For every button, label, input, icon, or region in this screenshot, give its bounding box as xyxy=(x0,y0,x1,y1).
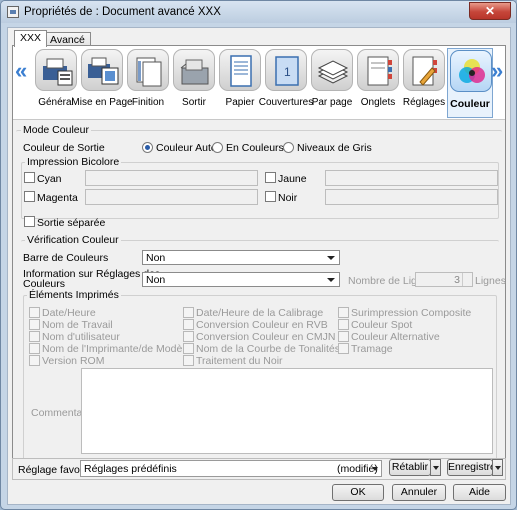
finishing-icon xyxy=(127,49,169,91)
dialog-client: XXX Avancé « Général Mise en Page Finiti… xyxy=(7,27,511,505)
printer-model-checkbox[interactable] xyxy=(29,343,40,354)
paper-icon xyxy=(219,49,261,91)
black-processing-checkbox[interactable] xyxy=(183,355,194,366)
jaune-label: Jaune xyxy=(278,173,307,185)
output-color-label: Couleur de Sortie xyxy=(23,142,105,154)
cyan-field xyxy=(85,170,258,186)
printed-items-heading: Éléments Imprimés xyxy=(27,289,121,301)
spot-color-label: Couleur Spot xyxy=(351,319,413,331)
cmyk-conversion-label: Conversion Couleur en CMJN xyxy=(196,331,336,343)
rom-version-label: Version ROM xyxy=(42,355,105,367)
svg-text:1: 1 xyxy=(284,65,291,79)
paper-stack-icon xyxy=(311,49,353,91)
spinner-arrows-icon[interactable] xyxy=(462,273,472,286)
magenta-checkbox[interactable] xyxy=(24,191,35,202)
radio-en-couleurs[interactable] xyxy=(212,142,223,153)
lines-count-value: 3 xyxy=(454,274,460,286)
tone-curve-label: Nom de la Courbe de Tonalités xyxy=(196,343,340,355)
printer-settings-icon xyxy=(35,49,77,91)
close-button[interactable]: ✕ xyxy=(469,2,511,20)
cmyk-conversion-checkbox[interactable] xyxy=(183,331,194,342)
radio-couleur-auto-label: Couleur Auto xyxy=(156,142,217,154)
tab-sheets-icon xyxy=(357,49,399,91)
job-name-checkbox[interactable] xyxy=(29,319,40,330)
user-name-label: Nom d'utilisateur xyxy=(42,331,120,343)
info-settings-select[interactable]: Non xyxy=(142,272,340,287)
prev-arrow-icon[interactable]: « xyxy=(15,58,27,84)
composite-overprint-checkbox[interactable] xyxy=(338,307,349,318)
date-time-label: Date/Heure xyxy=(42,307,96,319)
cyan-label: Cyan xyxy=(37,173,62,185)
magenta-field xyxy=(85,189,258,205)
chevron-down-icon xyxy=(372,467,378,471)
favorites-select[interactable]: Réglages prédéfinis (modifié) xyxy=(80,460,382,477)
date-time-checkbox[interactable] xyxy=(29,307,40,318)
settings-sheet-icon xyxy=(403,49,445,91)
radio-couleur-auto[interactable] xyxy=(142,142,153,153)
rgb-conversion-label: Conversion Couleur en RVB xyxy=(196,319,328,331)
title-bar: Propriétés de : Document avancé XXX ✕ xyxy=(1,1,516,23)
tab-panel: « Général Mise en Page Finition Sortir P… xyxy=(12,45,506,471)
screening-checkbox[interactable] xyxy=(338,343,349,354)
tool-label: Couleur xyxy=(450,98,490,110)
verification-heading: Vérification Couleur xyxy=(25,234,121,246)
color-circles-icon xyxy=(450,50,492,92)
feature-toolbar: « Général Mise en Page Finition Sortir P… xyxy=(13,46,505,120)
spot-color-checkbox[interactable] xyxy=(338,319,349,330)
cyan-checkbox[interactable] xyxy=(24,172,35,183)
properties-window: Propriétés de : Document avancé XXX ✕ XX… xyxy=(0,0,517,510)
favorites-value: Réglages prédéfinis xyxy=(84,463,177,475)
window-title: Propriétés de : Document avancé XXX xyxy=(24,6,221,18)
bottom-bar: Réglage favori Réglages prédéfinis (modi… xyxy=(8,454,510,504)
next-arrow-icon[interactable]: » xyxy=(491,58,503,84)
output-tray-icon xyxy=(173,49,215,91)
ok-button[interactable]: OK xyxy=(332,484,384,501)
separate-output-label: Sortie séparée xyxy=(37,217,106,229)
save-button[interactable]: Enregistrer xyxy=(447,459,503,476)
bicolor-heading: Impression Bicolore xyxy=(25,156,122,168)
color-bar-select[interactable]: Non xyxy=(142,250,340,265)
user-name-checkbox[interactable] xyxy=(29,331,40,342)
radio-niveaux-de-gris[interactable] xyxy=(283,142,294,153)
magenta-label: Magenta xyxy=(37,192,78,204)
radio-niveaux-de-gris-label: Niveaux de Gris xyxy=(297,142,372,154)
separate-output-checkbox[interactable] xyxy=(24,216,35,227)
layout-icon xyxy=(81,49,123,91)
restore-dropdown-icon[interactable] xyxy=(430,459,441,476)
calibration-date-label: Date/Heure de la Calibrage xyxy=(196,307,324,319)
rgb-conversion-checkbox[interactable] xyxy=(183,319,194,330)
jaune-checkbox[interactable] xyxy=(265,172,276,183)
tab-xxx[interactable]: XXX xyxy=(14,30,48,47)
jaune-field xyxy=(325,170,498,186)
printer-model-label: Nom de l'Imprimante/de Modèle xyxy=(42,343,191,355)
color-bar-label: Barre de Couleurs xyxy=(23,252,109,264)
restore-button[interactable]: Rétablir xyxy=(389,459,441,476)
radio-en-couleurs-label: En Couleurs xyxy=(226,142,284,154)
screening-label: Tramage xyxy=(351,343,393,355)
save-dropdown-icon[interactable] xyxy=(492,459,503,476)
cancel-button[interactable]: Annuler xyxy=(392,484,446,501)
lines-unit-label: Lignes xyxy=(475,275,506,287)
alternative-color-label: Couleur Alternative xyxy=(351,331,440,343)
comment-textarea[interactable] xyxy=(81,368,493,454)
alternative-color-checkbox[interactable] xyxy=(338,331,349,342)
black-processing-label: Traitement du Noir xyxy=(196,355,283,367)
noir-checkbox[interactable] xyxy=(265,191,276,202)
job-name-label: Nom de Travail xyxy=(42,319,113,331)
printer-icon xyxy=(7,6,19,18)
lines-count-spinner[interactable]: 3 xyxy=(415,272,473,287)
rom-version-checkbox[interactable] xyxy=(29,355,40,366)
noir-label: Noir xyxy=(278,192,298,204)
color-mode-heading: Mode Couleur xyxy=(21,124,91,136)
calibration-date-checkbox[interactable] xyxy=(183,307,194,318)
help-button[interactable]: Aide xyxy=(453,484,506,501)
restore-label: Rétablir xyxy=(391,461,429,473)
favorites-label: Réglage favori xyxy=(18,464,86,476)
noir-field xyxy=(325,189,498,205)
tool-couleur[interactable]: Couleur xyxy=(447,48,493,118)
tone-curve-checkbox[interactable] xyxy=(183,343,194,354)
cover-icon: 1 xyxy=(265,49,307,91)
composite-overprint-label: Surimpression Composite xyxy=(351,307,472,319)
